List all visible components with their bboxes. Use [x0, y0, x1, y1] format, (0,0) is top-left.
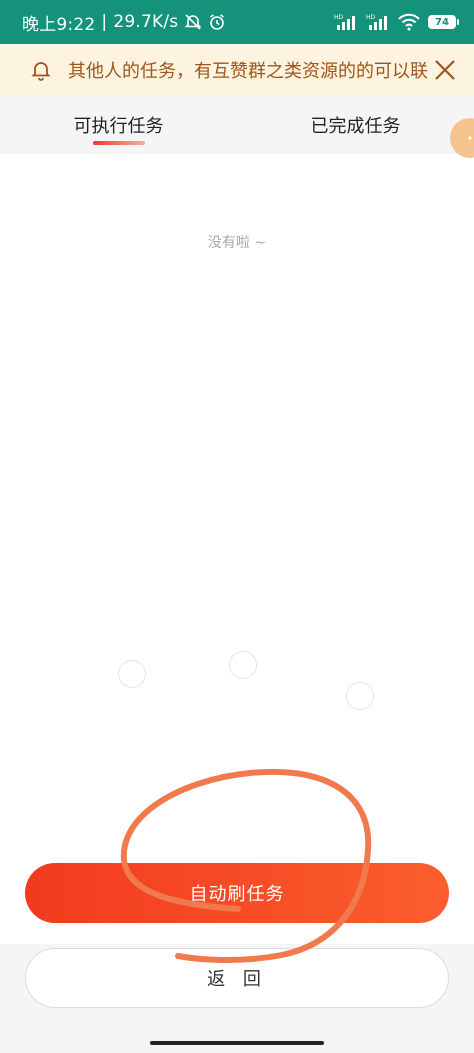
home-indicator[interactable] — [150, 1041, 324, 1045]
auto-refresh-button[interactable]: 自动刷任务 — [25, 863, 449, 923]
tab-executable[interactable]: 可执行任务 — [0, 96, 237, 154]
alarm-icon — [208, 13, 226, 31]
empty-state-text: 没有啦 ~ — [207, 235, 267, 251]
back-button[interactable]: 返 回 — [25, 948, 449, 1008]
battery-level: 74 — [435, 16, 449, 28]
tab-active-indicator — [92, 141, 145, 145]
wifi-icon — [398, 13, 420, 31]
notice-text: 其他人的任务，有互赞群之类资源的的可以联 — [68, 61, 428, 82]
decorative-bubble — [118, 660, 146, 688]
signal-icon: HD — [366, 13, 390, 31]
battery-icon: 74 — [428, 15, 459, 29]
status-separator: | — [101, 12, 108, 32]
tab-label: 可执行任务 — [73, 116, 164, 137]
status-left: 晚上9:22 | 29.7K/s — [22, 10, 226, 35]
network-speed: 29.7K/s — [113, 12, 179, 32]
tab-completed[interactable]: 已完成任务 — [237, 96, 474, 154]
signal-icon: HD — [334, 13, 358, 31]
tab-bar: 可执行任务 已完成任务 — [0, 96, 474, 154]
decorative-bubble — [229, 651, 257, 679]
tab-label: 已完成任务 — [310, 116, 401, 137]
status-right: HD HD 74 — [334, 13, 459, 31]
signal-hd-label: HD — [334, 14, 344, 21]
signal-hd-label: HD — [366, 14, 376, 21]
decorative-bubble — [346, 682, 374, 710]
close-icon[interactable] — [432, 57, 458, 83]
status-time: 晚上9:22 — [22, 14, 96, 35]
mute-icon — [184, 13, 202, 31]
notice-bar: 其他人的任务，有互赞群之类资源的的可以联 — [0, 44, 474, 96]
info-icon — [468, 136, 472, 140]
status-bar: 晚上9:22 | 29.7K/s HD HD 74 — [0, 0, 474, 44]
bell-icon — [30, 59, 52, 81]
